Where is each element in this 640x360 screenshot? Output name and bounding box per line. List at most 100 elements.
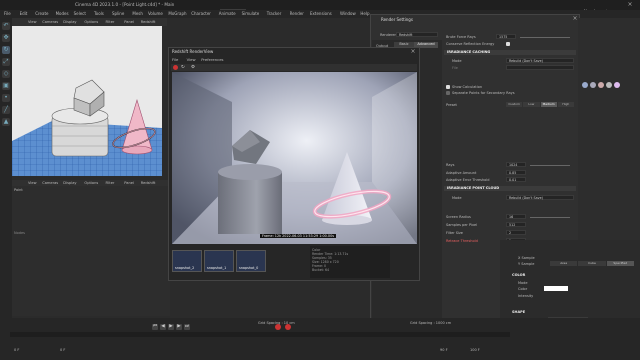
section-irradiance-caching[interactable]: IRRADIANCE CACHING bbox=[444, 50, 576, 55]
menu-simulate[interactable]: Simulate bbox=[242, 11, 260, 16]
viewport-menu-filter[interactable]: Filter bbox=[106, 181, 115, 185]
rays-field[interactable]: 1024 bbox=[506, 162, 526, 167]
menu-window[interactable]: Window bbox=[340, 11, 356, 16]
menu-character[interactable]: Character bbox=[191, 11, 211, 16]
brute-force-rays-field[interactable]: 1575 bbox=[496, 34, 516, 39]
menu-render[interactable]: Render bbox=[290, 11, 304, 16]
snapshot-thumbnail[interactable]: snapshot_0 bbox=[236, 250, 266, 272]
preset-high-button[interactable]: High bbox=[557, 102, 574, 107]
sample-specified-button[interactable]: Specified bbox=[606, 261, 634, 266]
menu-edit[interactable]: Edit bbox=[20, 11, 28, 16]
material-swatch[interactable] bbox=[582, 82, 588, 88]
rotate-icon[interactable]: ↻ bbox=[2, 46, 10, 54]
menu-spline[interactable]: Spline bbox=[112, 11, 124, 16]
renderer-select[interactable]: Redshift bbox=[396, 32, 438, 37]
object-item-point[interactable]: Point bbox=[14, 188, 23, 192]
render-stop-icon[interactable] bbox=[173, 65, 178, 70]
viewport-menu-panel[interactable]: Panel bbox=[124, 20, 134, 24]
menu-animate[interactable]: Animate bbox=[219, 11, 236, 16]
adaptive-error-field[interactable]: 0.01 bbox=[506, 177, 526, 182]
frame-current-field[interactable]: 0 F bbox=[60, 348, 65, 352]
refresh-icon[interactable]: ↻ bbox=[181, 65, 185, 70]
menu-select[interactable]: Select bbox=[74, 11, 86, 16]
perspective-viewport[interactable] bbox=[12, 26, 162, 176]
filter-size-field[interactable]: 2 bbox=[506, 230, 526, 235]
menu-tracker[interactable]: Tracker bbox=[267, 11, 281, 16]
conserve-energy-checkbox[interactable] bbox=[506, 42, 510, 46]
polygons-icon[interactable]: ▲ bbox=[2, 118, 10, 126]
viewport-menu-cameras[interactable]: Cameras bbox=[42, 181, 58, 185]
color-swatch[interactable] bbox=[544, 286, 568, 291]
close-icon[interactable]: × bbox=[409, 48, 417, 56]
menu-help[interactable]: Help bbox=[360, 11, 369, 16]
screen-radius-field[interactable]: 16 bbox=[506, 214, 526, 219]
model-icon[interactable]: ▣ bbox=[2, 82, 10, 90]
frame-start-field[interactable]: 0 F bbox=[14, 348, 19, 352]
preset-custom-button[interactable]: Custom bbox=[506, 102, 523, 107]
scale-icon[interactable]: ⤢ bbox=[2, 58, 10, 66]
show-calculation-checkbox[interactable] bbox=[446, 85, 450, 89]
cache-file-field[interactable] bbox=[506, 65, 574, 70]
material-swatch[interactable] bbox=[598, 82, 604, 88]
menu-modes[interactable]: Modes bbox=[56, 11, 69, 16]
prev-frame-icon[interactable]: ◀ bbox=[160, 324, 166, 330]
settings-icon[interactable]: ⚙ bbox=[191, 65, 195, 70]
render-image[interactable]: Frame: 12k 2022-06-03 11:53:29 1:00.00s bbox=[172, 72, 417, 244]
rays-slider[interactable] bbox=[530, 165, 570, 166]
snapshot-thumbnail[interactable]: snapshot_1 bbox=[204, 250, 234, 272]
viewport-menu-display[interactable]: Display bbox=[63, 20, 76, 24]
viewport-menu-view[interactable]: View bbox=[28, 181, 37, 185]
material-swatch[interactable] bbox=[606, 82, 612, 88]
samples-per-pixel-field[interactable]: 512 bbox=[506, 222, 526, 227]
close-icon[interactable]: × bbox=[626, 1, 634, 9]
sample-area-button[interactable]: Area bbox=[550, 261, 578, 266]
menu-mograph[interactable]: MoGraph bbox=[168, 11, 186, 16]
section-irradiance-point-cloud[interactable]: IRRADIANCE POINT CLOUD bbox=[444, 186, 576, 191]
undo-icon[interactable]: ↶ bbox=[2, 22, 10, 30]
move-icon[interactable]: ✥ bbox=[2, 34, 10, 42]
screen-radius-slider[interactable] bbox=[530, 217, 570, 218]
viewport-menu-cameras[interactable]: Cameras bbox=[42, 20, 58, 24]
renderview-menu-preferences[interactable]: Preferences bbox=[201, 57, 223, 62]
separate-points-checkbox[interactable] bbox=[446, 91, 450, 95]
viewport-menu-panel[interactable]: Panel bbox=[124, 181, 134, 185]
viewport-menu-options[interactable]: Options bbox=[84, 181, 98, 185]
brute-force-rays-slider[interactable] bbox=[520, 37, 570, 38]
cache-mode-select[interactable]: Rebuild (Don't Save) bbox=[506, 58, 574, 63]
points-icon[interactable]: • bbox=[2, 94, 10, 102]
section-color[interactable]: COLOR bbox=[512, 273, 525, 277]
renderview-menu-file[interactable]: File bbox=[172, 57, 178, 62]
viewport-menu-view[interactable]: View bbox=[28, 20, 37, 24]
preset-low-button[interactable]: Low bbox=[523, 102, 540, 107]
frame-end-field[interactable]: 90 F bbox=[440, 348, 448, 352]
viewport-menu-options[interactable]: Options bbox=[84, 20, 98, 24]
menu-create[interactable]: Create bbox=[35, 11, 48, 16]
timeline-ruler[interactable] bbox=[10, 332, 510, 337]
first-frame-icon[interactable]: ⏮ bbox=[152, 324, 158, 330]
menu-file[interactable]: File bbox=[4, 11, 11, 16]
select-icon[interactable]: ◇ bbox=[2, 70, 10, 78]
sample-cube-button[interactable]: Cube bbox=[578, 261, 606, 266]
edges-icon[interactable]: ╱ bbox=[2, 106, 10, 114]
play-icon[interactable]: ▶ bbox=[168, 324, 174, 330]
last-frame-icon[interactable]: ⏭ bbox=[184, 324, 190, 330]
ipc-mode-select[interactable]: Rebuild (Don't Save) bbox=[506, 195, 574, 200]
viewport-menu-display[interactable]: Display bbox=[63, 181, 76, 185]
preset-medium-button[interactable]: Medium bbox=[540, 102, 557, 107]
renderview-menu-view[interactable]: View bbox=[187, 57, 196, 62]
material-swatch[interactable] bbox=[590, 82, 596, 88]
fps-field[interactable]: 100 F bbox=[470, 348, 480, 352]
autokey-icon[interactable] bbox=[285, 324, 291, 330]
record-icon[interactable] bbox=[275, 324, 281, 330]
menu-volume[interactable]: Volume bbox=[148, 11, 163, 16]
viewport-menu-filter[interactable]: Filter bbox=[106, 20, 115, 24]
material-swatch[interactable] bbox=[614, 82, 620, 88]
menu-mesh[interactable]: Mesh bbox=[132, 11, 143, 16]
next-frame-icon[interactable]: ▶ bbox=[176, 324, 182, 330]
snapshot-thumbnail[interactable]: snapshot_2 bbox=[172, 250, 202, 272]
menu-extensions[interactable]: Extensions bbox=[310, 11, 332, 16]
menu-tools[interactable]: Tools bbox=[94, 11, 104, 16]
section-shape[interactable]: SHAPE bbox=[512, 310, 525, 314]
viewport-menu-redshift[interactable]: Redshift bbox=[141, 20, 156, 24]
adaptive-amount-field[interactable]: 0.85 bbox=[506, 170, 526, 175]
